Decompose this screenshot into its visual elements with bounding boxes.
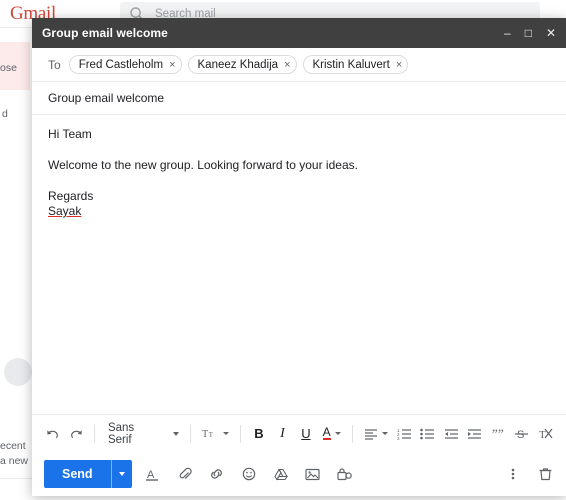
- send-options-icon[interactable]: [112, 460, 132, 488]
- chevron-down-icon: [173, 431, 180, 436]
- svg-text:3: 3: [397, 436, 400, 440]
- insert-link-icon[interactable]: [206, 462, 228, 486]
- redo-icon[interactable]: [65, 422, 86, 446]
- recipient-chip[interactable]: Kristin Kaluvert ×: [302, 55, 409, 74]
- to-label: To: [48, 57, 61, 72]
- indent-icon[interactable]: [464, 422, 485, 446]
- chevron-down-icon: [381, 432, 388, 435]
- underline-button[interactable]: U: [295, 422, 316, 446]
- text-color-button[interactable]: A: [319, 422, 345, 446]
- underline-label: U: [301, 426, 311, 441]
- sidebar-text-recent: ecent: [0, 440, 26, 452]
- compose-header[interactable]: Group email welcome – □ ✕: [32, 18, 566, 48]
- outdent-icon[interactable]: [441, 422, 462, 446]
- avatar: [4, 358, 32, 386]
- send-row: Send A: [32, 452, 566, 496]
- strikethrough-icon[interactable]: S: [511, 422, 532, 446]
- recipient-name: Fred Castleholm: [78, 58, 164, 71]
- sidebar-text-d: d: [2, 108, 8, 120]
- to-field[interactable]: To Fred Castleholm × Kaneez Khadija × Kr…: [32, 48, 566, 82]
- recipient-name: Kristin Kaluvert: [312, 58, 390, 71]
- bold-button[interactable]: B: [248, 422, 269, 446]
- align-icon[interactable]: [360, 422, 392, 446]
- insert-drive-icon[interactable]: [270, 462, 292, 486]
- toolbar-separator: [93, 424, 95, 443]
- bold-label: B: [254, 426, 264, 441]
- remove-recipient-icon[interactable]: ×: [396, 59, 402, 71]
- subject-input[interactable]: Group email welcome: [32, 82, 566, 115]
- text-color-label: A: [322, 424, 331, 441]
- svg-text:T: T: [202, 429, 209, 440]
- font-family-value: Sans Serif: [107, 421, 135, 446]
- message-body[interactable]: Hi Team Welcome to the new group. Lookin…: [32, 115, 566, 414]
- body-signature: Sayak: [48, 204, 82, 218]
- recipient-chip[interactable]: Kaneez Khadija ×: [187, 55, 297, 74]
- insert-emoji-icon[interactable]: [238, 462, 260, 486]
- quote-icon[interactable]: ””: [488, 422, 509, 446]
- insert-photo-icon[interactable]: [302, 462, 324, 486]
- recipient-chip[interactable]: Fred Castleholm ×: [68, 55, 182, 74]
- font-size-icon[interactable]: TT: [198, 422, 233, 446]
- undo-icon[interactable]: [42, 422, 63, 446]
- remove-recipient-icon[interactable]: ×: [284, 59, 290, 71]
- sidebar-text-anew: a new: [0, 455, 29, 467]
- svg-text:A: A: [147, 469, 155, 481]
- body-closing: Regards: [48, 189, 94, 203]
- chevron-down-icon: [223, 432, 230, 435]
- body-paragraph: Welcome to the new group. Looking forwar…: [48, 158, 358, 172]
- formatting-toolbar: Sans Serif TT B I U A 123 ” ” T: [32, 414, 566, 452]
- body-greeting: Hi Team: [48, 127, 92, 141]
- minimize-icon[interactable]: –: [504, 26, 511, 40]
- remove-recipient-icon[interactable]: ×: [169, 59, 175, 71]
- numbered-list-icon[interactable]: 123: [394, 422, 415, 446]
- italic-button[interactable]: I: [272, 422, 293, 446]
- sidebar-text-close: ose: [0, 62, 17, 74]
- toolbar-separator: [351, 424, 353, 443]
- maximize-icon[interactable]: □: [525, 26, 532, 40]
- more-options-icon[interactable]: [502, 462, 524, 486]
- compose-title: Group email welcome: [42, 26, 168, 40]
- send-label: Send: [62, 467, 93, 481]
- recipient-name: Kaneez Khadija: [197, 58, 279, 71]
- formatting-options-icon[interactable]: A: [142, 462, 164, 486]
- svg-text:T: T: [539, 429, 546, 440]
- bulleted-list-icon[interactable]: [417, 422, 438, 446]
- remove-formatting-icon[interactable]: T: [535, 422, 556, 446]
- toolbar-separator: [190, 424, 192, 443]
- send-button[interactable]: Send: [44, 460, 132, 488]
- attach-file-icon[interactable]: [174, 462, 196, 486]
- compose-window: Group email welcome – □ ✕ To Fred Castle…: [32, 18, 566, 496]
- compose-header-actions: – □ ✕: [504, 26, 556, 40]
- svg-text:T: T: [209, 432, 214, 439]
- toolbar-separator: [240, 424, 242, 443]
- italic-label: I: [280, 425, 285, 441]
- confidential-mode-icon[interactable]: [334, 462, 356, 486]
- chevron-down-icon: [334, 432, 341, 435]
- svg-text:”: ”: [498, 428, 504, 440]
- close-icon[interactable]: ✕: [546, 26, 556, 40]
- font-family-select[interactable]: Sans Serif: [102, 422, 183, 446]
- discard-draft-icon[interactable]: [534, 462, 556, 486]
